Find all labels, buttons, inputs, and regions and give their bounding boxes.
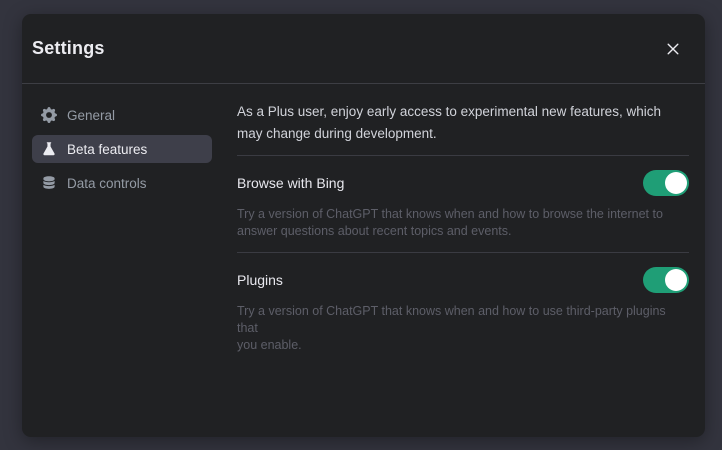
settings-content: As a Plus user, enjoy early access to ex… <box>237 101 689 421</box>
sidebar-item-general[interactable]: General <box>32 101 212 129</box>
divider <box>237 155 689 156</box>
modal-backdrop: Settings General Beta features Data cont… <box>0 0 722 450</box>
setting-title: Plugins <box>237 272 283 288</box>
toggle-knob <box>665 269 687 291</box>
settings-dialog: Settings General Beta features Data cont… <box>22 14 705 437</box>
plugins-toggle[interactable] <box>643 267 689 293</box>
setting-title: Browse with Bing <box>237 175 345 191</box>
setting-description: Try a version of ChatGPT that knows when… <box>237 304 666 352</box>
dialog-title: Settings <box>32 38 105 58</box>
setting-row: Browse with Bing <box>237 170 689 196</box>
toggle-knob <box>665 172 687 194</box>
setting-description: Try a version of ChatGPT that knows when… <box>237 207 663 238</box>
sidebar-item-label: Beta features <box>67 141 148 157</box>
setting-section-browse-with-bing: Browse with Bing Try a version of ChatGP… <box>237 170 689 240</box>
sidebar-item-label: Data controls <box>67 175 147 191</box>
browse-with-bing-toggle[interactable] <box>643 170 689 196</box>
divider <box>237 252 689 253</box>
settings-sidebar: General Beta features Data controls <box>32 101 212 421</box>
gear-icon <box>41 107 57 123</box>
dialog-header: Settings <box>22 14 705 84</box>
close-icon <box>665 41 681 57</box>
setting-row: Plugins <box>237 267 689 293</box>
database-icon <box>41 175 57 191</box>
flask-icon <box>41 141 57 157</box>
sidebar-item-beta-features[interactable]: Beta features <box>32 135 212 163</box>
sidebar-item-label: General <box>67 107 116 123</box>
beta-intro-text: As a Plus user, enjoy early access to ex… <box>237 104 661 141</box>
setting-section-plugins: Plugins Try a version of ChatGPT that kn… <box>237 267 689 354</box>
close-button[interactable] <box>659 35 687 63</box>
sidebar-item-data-controls[interactable]: Data controls <box>32 169 212 197</box>
dialog-body: General Beta features Data controls As a… <box>22 84 705 437</box>
